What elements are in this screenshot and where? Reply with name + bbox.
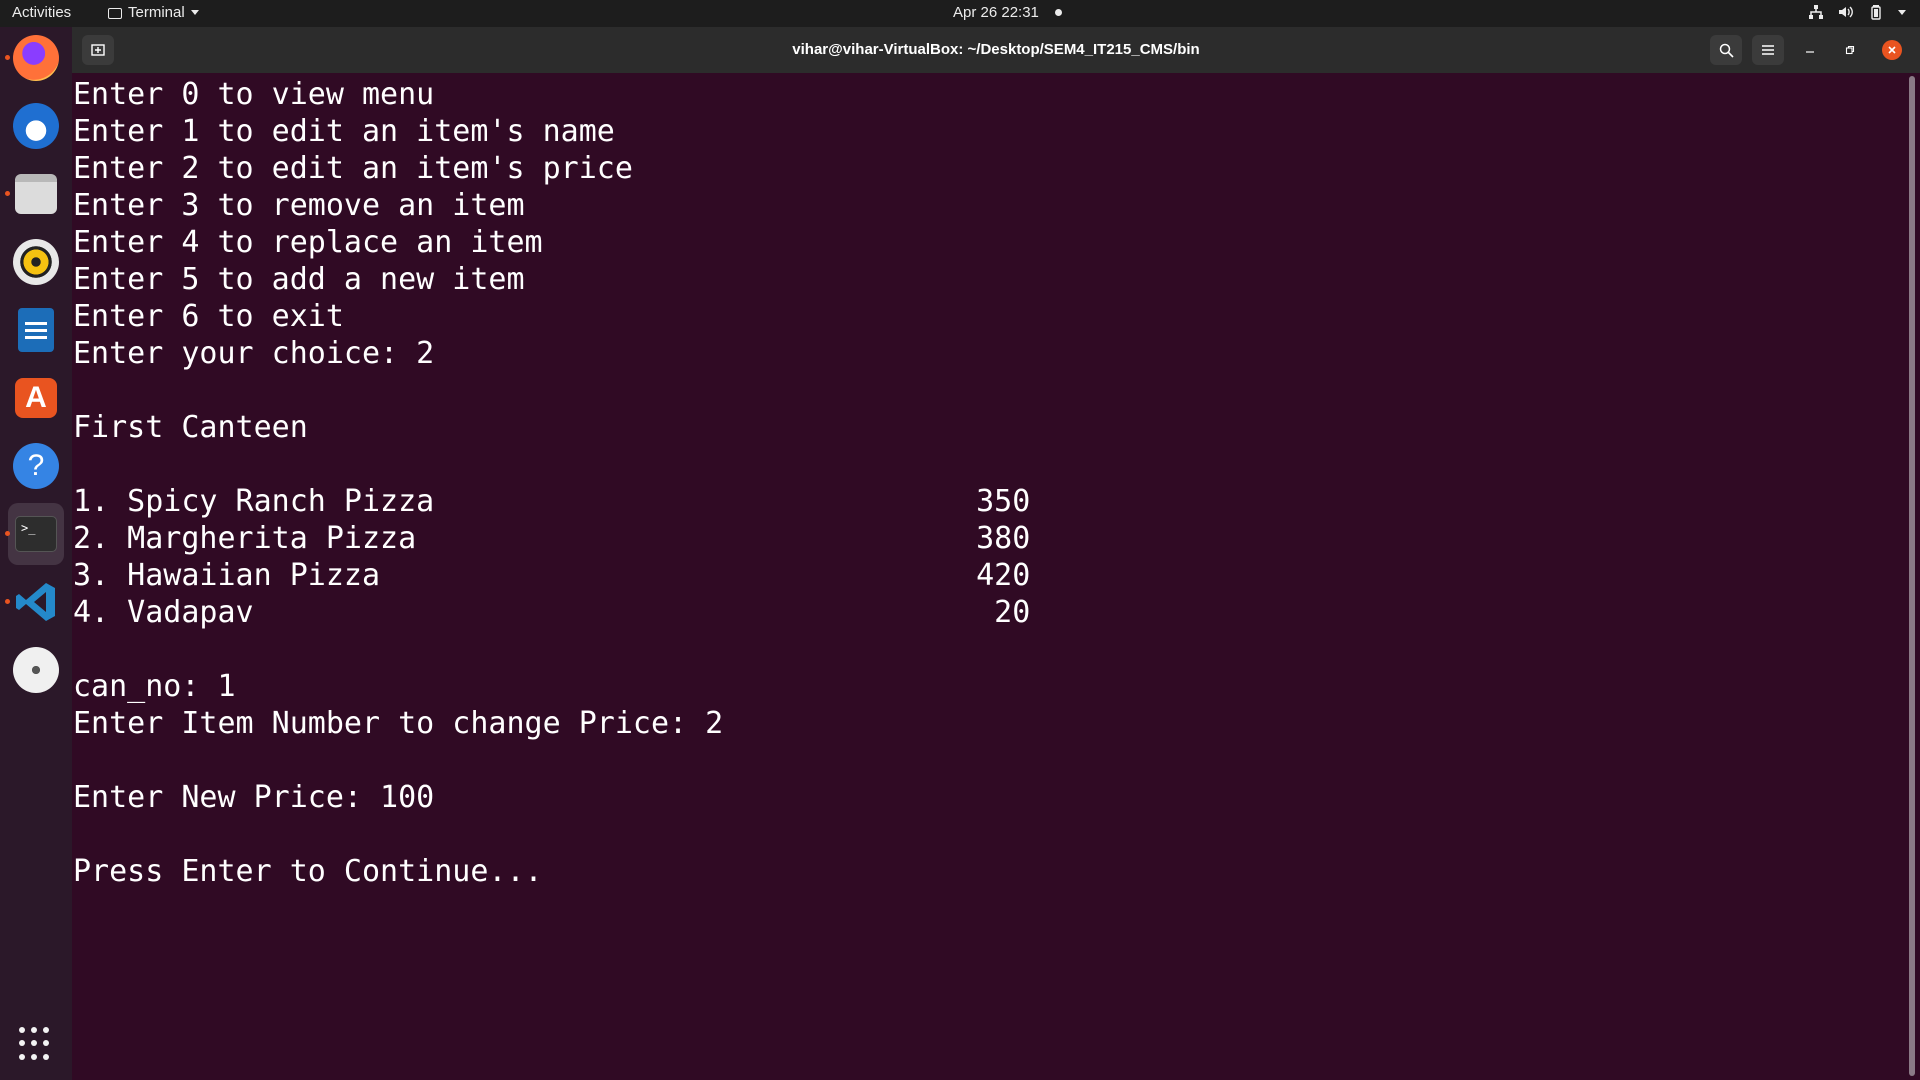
dock-item-help[interactable]: ? (8, 435, 64, 497)
software-icon: A (15, 378, 57, 418)
firefox-icon (13, 35, 59, 81)
terminal-scrollbar[interactable] (1909, 76, 1915, 1076)
terminal-small-icon (108, 8, 122, 19)
running-indicator (5, 191, 10, 196)
terminal-line: Enter 0 to view menu (73, 77, 435, 112)
app-menu-label: Terminal (128, 4, 185, 21)
dock-item-files[interactable] (5, 163, 64, 225)
notification-dot-icon (1054, 9, 1062, 16)
show-apps-grid-icon[interactable] (19, 1027, 53, 1061)
network-icon (1808, 4, 1824, 20)
activities-button[interactable]: Activities (12, 4, 71, 21)
terminal-line: can_no: 1 (73, 669, 236, 704)
terminal-line: Enter 3 to remove an item (73, 188, 525, 223)
terminal-line: 4. Vadapav 20 (73, 595, 1031, 630)
terminal-line: First Canteen (73, 410, 308, 445)
terminal-line: Press Enter to Continue... (73, 854, 543, 889)
dock-item-rhythmbox[interactable] (8, 231, 64, 293)
dock-item-vscode[interactable] (5, 571, 64, 633)
maximize-button[interactable] (1834, 35, 1866, 65)
volume-icon (1838, 4, 1854, 20)
terminal-output[interactable]: Enter 0 to view menu Enter 1 to edit an i… (72, 73, 1908, 1080)
disc-icon (13, 647, 59, 693)
running-indicator (5, 599, 10, 604)
dock-item-writer[interactable] (8, 299, 64, 361)
chevron-down-icon (1898, 9, 1906, 15)
datetime-label: Apr 26 22:31 (953, 4, 1039, 21)
top-bar: Activities Terminal Apr 26 22:31 (0, 0, 1920, 27)
terminal-line: Enter 1 to edit an item's name (73, 114, 615, 149)
hamburger-menu-button[interactable] (1752, 35, 1784, 65)
app-menu[interactable]: Terminal (108, 4, 199, 21)
terminal-line: Enter 6 to exit (73, 299, 344, 334)
dock-item-terminal[interactable]: >_ (5, 503, 64, 565)
rhythmbox-icon (13, 239, 59, 285)
dock-item-firefox[interactable] (5, 27, 64, 89)
terminal-line: 1. Spicy Ranch Pizza 350 (73, 484, 1031, 519)
dock-item-software[interactable]: A (8, 367, 64, 429)
thunderbird-icon (13, 103, 59, 149)
terminal-text: Enter 0 to view menu Enter 1 to edit an i… (73, 76, 1030, 890)
terminal-line: Enter 2 to edit an item's price (73, 151, 633, 186)
terminal-line: Enter 4 to replace an item (73, 225, 543, 260)
window-titlebar: vihar@vihar-VirtualBox: ~/Desktop/SEM4_I… (72, 27, 1920, 73)
close-icon (1882, 40, 1902, 60)
terminal-line: 2. Margherita Pizza 380 (73, 521, 1031, 556)
vscode-icon (16, 583, 55, 621)
help-icon: ? (13, 443, 59, 489)
terminal-line: Enter 5 to add a new item (73, 262, 525, 297)
system-tray[interactable] (1808, 4, 1906, 20)
minimize-button[interactable] (1794, 35, 1826, 65)
hamburger-icon (1762, 45, 1774, 55)
terminal-line: Enter New Price: 100 (73, 780, 435, 815)
dock-item-disc[interactable] (8, 639, 64, 701)
search-button[interactable] (1710, 35, 1742, 65)
writer-icon (18, 308, 54, 352)
terminal-line: Enter your choice: 2 (73, 336, 435, 371)
window-title: vihar@vihar-VirtualBox: ~/Desktop/SEM4_I… (792, 41, 1200, 58)
dock: A ? >_ (0, 27, 72, 1080)
terminal-icon: >_ (15, 516, 57, 552)
running-indicator (5, 531, 10, 536)
files-icon (15, 174, 57, 214)
chevron-down-icon (190, 10, 199, 15)
running-indicator (5, 55, 10, 60)
search-icon (1719, 43, 1734, 58)
restore-icon (1845, 45, 1855, 55)
dock-item-thunderbird[interactable] (8, 95, 64, 157)
terminal-line: Enter Item Number to change Price: 2 (73, 706, 724, 741)
clock[interactable]: Apr 26 22:31 (953, 4, 1062, 21)
minimize-icon (1806, 51, 1814, 53)
battery-icon (1868, 4, 1884, 20)
close-button[interactable] (1876, 35, 1908, 65)
terminal-line: 3. Hawaiian Pizza 420 (73, 558, 1031, 593)
